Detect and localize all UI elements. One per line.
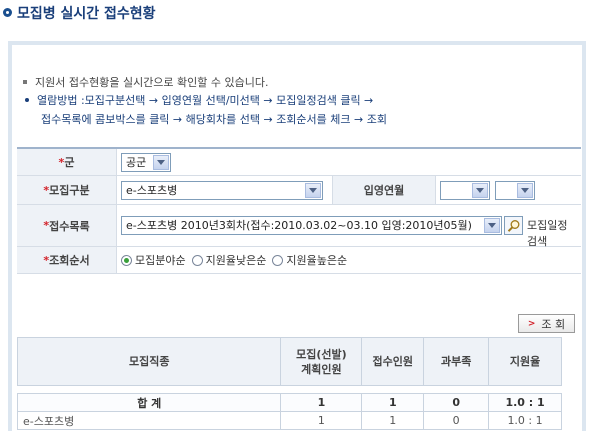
info-note-text: 지원서 접수현황을 실시간으로 확인할 수 있습니다. — [35, 76, 269, 89]
form-row-category: * 모집구분 e-스포츠병 입영연월 — [17, 176, 581, 205]
table-cell: 1 — [280, 411, 363, 430]
chevron-down-icon — [484, 218, 500, 233]
column-header: 모집(선발) 계획인원 — [280, 337, 363, 386]
table-spacer — [17, 385, 562, 394]
table-header-row: 모집직종 모집(선발) 계획인원 접수인원 과부족 지원율 — [16, 337, 562, 386]
title-bullet-icon — [3, 8, 12, 17]
how-to-line-1: 열람방법 :모집구분선택 → 입영연월 선택/미선택 → 모집일정검색 클릭 → — [21, 91, 581, 110]
query-button[interactable]: > 조 회 — [518, 314, 575, 333]
enlist-month-label: 입영연월 — [333, 176, 436, 204]
query-button-label: 조 회 — [541, 317, 566, 331]
form-row-branch: * 군 공군 — [17, 149, 581, 176]
enlist-month-select[interactable] — [495, 180, 535, 200]
column-header: 과부족 — [423, 337, 490, 386]
order-radio-group: 모집분야순 지원율낮은순 지원율높은순 — [117, 247, 357, 273]
search-form: * 군 공군 * 모집구분 e-스포츠병 입영연월 * 접수목록 e-스포츠병 … — [17, 147, 581, 274]
column-header: 모집직종 — [16, 337, 282, 386]
order-option-2[interactable]: 지원율높은순 — [272, 252, 347, 268]
radio-button-icon[interactable] — [121, 254, 132, 266]
chevron-down-icon — [472, 182, 488, 198]
form-row-list: * 접수목록 e-스포츠병 2010년3회차(접수:2010.03.02~03.1… — [17, 205, 581, 248]
table-cell: 0 — [423, 411, 490, 430]
radio-button-icon[interactable] — [272, 254, 284, 266]
schedule-search-button[interactable] — [504, 216, 523, 235]
info-note: 지원서 접수현황을 실시간으로 확인할 수 있습니다. — [21, 74, 581, 91]
table-row: e-스포츠병 1 1 0 1.0 : 1 — [16, 411, 562, 430]
results-table: 모집직종 모집(선발) 계획인원 접수인원 과부족 지원율 합 계 1 1 0 1.0 : 1 e-… — [16, 337, 562, 430]
dot-bullet-icon — [25, 98, 29, 102]
category-select[interactable]: e-스포츠병 — [121, 180, 323, 200]
order-option-label: 모집분야순 — [135, 254, 186, 267]
table-cell: 1.0 : 1 — [488, 393, 562, 412]
how-to-text-1: 열람방법 :모집구분선택 → 입영연월 선택/미선택 → 모집일정검색 클릭 → — [37, 94, 374, 107]
enlist-year-select[interactable] — [440, 180, 490, 200]
table-cell: 1 — [361, 411, 425, 430]
order-option-0[interactable]: 모집분야순 — [121, 252, 186, 268]
list-select[interactable]: e-스포츠병 2010년3회차(접수:2010.03.02~03.10 입영:2… — [121, 216, 502, 235]
column-header: 접수인원 — [361, 337, 425, 386]
form-row-order: * 조회순서 모집분야순 지원율낮은순 지원율높은순 — [17, 247, 581, 274]
order-label: * 조회순서 — [17, 247, 117, 273]
list-label: * 접수목록 — [17, 205, 117, 246]
chevron-down-icon — [153, 154, 169, 170]
how-to-line-2: 접수목록에 콤보박스를 클릭 → 해당회차를 선택 → 조회순서를 체크 → 조… — [41, 113, 387, 126]
table-cell: e-스포츠병 — [16, 411, 282, 430]
radio-button-icon[interactable] — [191, 254, 203, 266]
table-cell: 0 — [423, 393, 490, 412]
table-cell: 1 — [280, 393, 363, 412]
magnifier-icon — [507, 219, 519, 232]
page-title: 모집병 실시간 접수현황 — [17, 6, 156, 22]
order-option-1[interactable]: 지원율낮은순 — [191, 252, 267, 268]
total-row: 합 계 1 1 0 1.0 : 1 — [16, 393, 562, 412]
branch-select[interactable]: 공군 — [121, 152, 171, 172]
order-option-label: 지원율낮은순 — [205, 254, 267, 267]
square-bullet-icon — [23, 80, 27, 84]
schedule-search-link[interactable]: 모집일정 검색 — [527, 218, 571, 248]
intro-section: 지원서 접수현황을 실시간으로 확인할 수 있습니다. 열람방법 :모집구분선택… — [21, 74, 581, 129]
column-header: 지원율 — [488, 337, 562, 386]
branch-label: * 군 — [17, 149, 117, 175]
table-cell: 1.0 : 1 — [488, 411, 562, 430]
order-option-label: 지원율높은순 — [286, 254, 348, 267]
title-bar: 모집병 실시간 접수현황 — [0, 0, 593, 26]
main-panel: 지원서 접수현황을 실시간으로 확인할 수 있습니다. 열람방법 :모집구분선택… — [8, 41, 586, 431]
chevron-down-icon — [517, 182, 533, 198]
category-label: * 모집구분 — [17, 176, 117, 204]
arrow-right-icon: > — [527, 318, 536, 329]
table-cell: 1 — [361, 393, 425, 412]
chevron-down-icon — [305, 182, 321, 198]
table-cell: 합 계 — [16, 393, 282, 412]
